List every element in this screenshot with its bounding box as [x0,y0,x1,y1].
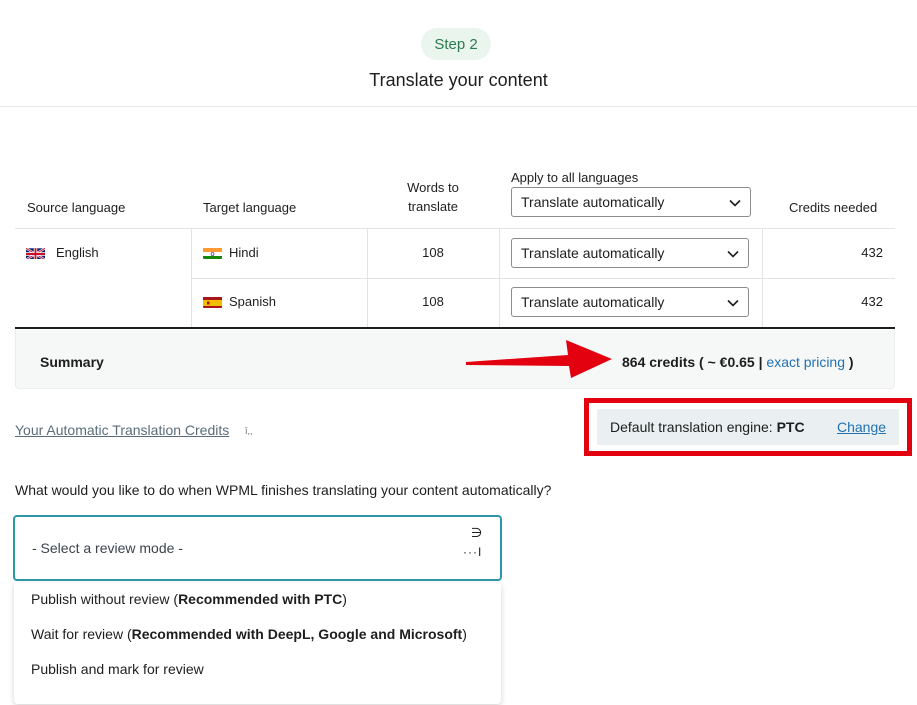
target-language-label: Hindi [229,245,259,260]
option-bold: Recommended with DeepL, Google and Micro… [131,626,463,642]
table-column-divider [191,228,192,327]
column-header-target: Target language [203,200,297,215]
change-engine-link[interactable]: Change [837,419,886,435]
annotation-arrow-icon [466,340,612,378]
column-header-source: Source language [27,200,126,215]
table-column-divider [499,228,500,327]
review-mode-placeholder: - Select a review mode - [32,540,183,556]
credits-link[interactable]: Your Automatic Translation Credits [15,422,229,438]
translation-mode-select-spanish[interactable]: Translate automatically [511,287,749,317]
credits-needed: 432 [861,294,883,309]
summary-divider [15,327,895,329]
translation-mode-value: Translate automatically [521,294,665,310]
text-cursor-icon: ···I [463,545,483,559]
apply-all-select-value: Translate automatically [521,194,665,210]
column-header-words-line1: Words to [407,180,459,195]
table-column-divider [762,228,763,327]
review-mode-select[interactable]: - Select a review mode - ∋ ···I [13,515,502,581]
india-flag-icon [203,247,222,259]
column-header-words-line2: translate [408,199,458,214]
chevron-down-icon [729,199,741,207]
target-language-label: Spanish [229,294,276,309]
column-header-words: Words to translate [367,180,499,214]
spain-flag-icon [203,296,222,308]
review-question: What would you like to do when WPML fini… [15,482,552,498]
engine-highlight-box: Default translation engine: PTC Change [584,398,912,456]
engine-name: PTC [776,419,805,435]
review-option-publish-and-mark[interactable]: Publish and mark for review [31,661,204,677]
review-option-wait-for-review[interactable]: Wait for review (Recommended with DeepL,… [31,626,467,642]
words-count: 108 [422,294,444,309]
credits-needed: 432 [861,245,883,260]
summary-credits: 864 credits ( ~ €0.65 | exact pricing ) [622,354,854,370]
chevron-down-icon [727,250,739,258]
words-count: 108 [422,245,444,260]
translation-mode-select-hindi[interactable]: Translate automatically [511,238,749,268]
column-header-apply-all: Apply to all languages [511,170,639,185]
translation-mode-value: Translate automatically [521,245,665,261]
option-tail: ) [462,626,467,642]
source-language-label: English [56,245,99,260]
column-header-credits: Credits needed [789,200,878,215]
review-option-publish-without-review[interactable]: Publish without review (Recommended with… [31,591,347,607]
loading-icon: ī,, [245,426,253,436]
table-header-divider [15,228,895,229]
header-divider [0,106,917,107]
page-title: Translate your content [369,70,548,90]
option-text: Publish and mark for review [31,661,204,677]
table-column-divider [367,228,368,327]
option-bold: Recommended with PTC [178,591,343,607]
option-text: Wait for review ( [31,626,132,642]
summary-credits-amount: 864 credits ( ~ €0.65 | [622,354,767,370]
apply-all-select[interactable]: Translate automatically [511,187,751,217]
engine-panel: Default translation engine: PTC Change [597,409,899,445]
table-row-divider [191,278,895,279]
cursor-icon: ∋ [471,525,483,540]
summary-panel: Summary 864 credits ( ~ €0.65 | exact pr… [15,330,895,389]
step-badge: Step 2 [421,28,491,60]
chevron-down-icon [727,299,739,307]
summary-label: Summary [40,354,104,370]
uk-flag-icon [26,247,45,259]
review-mode-dropdown: Publish without review (Recommended with… [14,583,501,704]
exact-pricing-link[interactable]: exact pricing [766,354,845,370]
option-tail: ) [342,591,347,607]
engine-prefix: Default translation engine: [610,419,777,435]
option-text: Publish without review ( [31,591,179,607]
summary-close-paren: ) [845,354,854,370]
